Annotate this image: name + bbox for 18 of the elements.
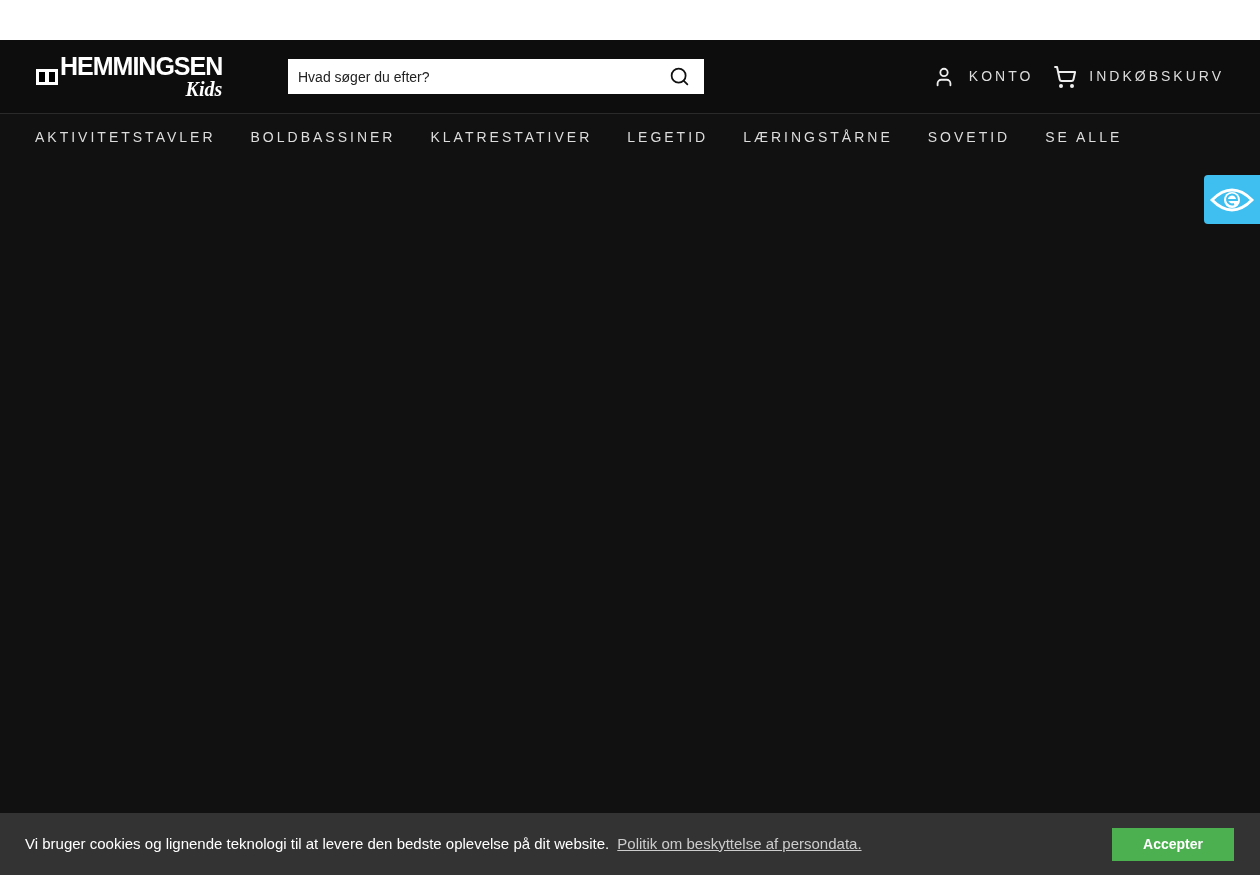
nav-link[interactable]: AKTIVITETSTAVLER: [35, 126, 216, 148]
privacy-policy-link[interactable]: Politik om beskyttelse af persondata.: [617, 832, 862, 856]
search-icon[interactable]: [669, 66, 690, 87]
nav-link[interactable]: KLATRESTATIVER: [430, 126, 593, 148]
nav-link[interactable]: SOVETID: [927, 126, 1011, 148]
logo-icon: [36, 66, 58, 87]
account-link[interactable]: KONTO: [932, 65, 1034, 88]
cart-icon: [1053, 64, 1078, 89]
logo-subtitle: Kids: [185, 79, 223, 99]
cart-link[interactable]: INDKØBSKURV: [1053, 64, 1224, 89]
nav-link[interactable]: LEGETID: [627, 126, 709, 148]
nav-link[interactable]: SE ALLE: [1045, 126, 1123, 148]
nav-link[interactable]: LÆRINGSTÅRNE: [743, 126, 893, 148]
search-field[interactable]: Hvad søger du efter?: [288, 59, 704, 94]
logo[interactable]: HEMMINGSEN Kids: [36, 54, 260, 99]
logo-wordmark: HEMMINGSEN: [60, 54, 223, 79]
nav-link[interactable]: BOLDBASSINER: [250, 126, 396, 148]
cookie-message: Vi bruger cookies og lignende teknologi til at levere den bedste oplevelse på dit website.: [25, 833, 610, 854]
